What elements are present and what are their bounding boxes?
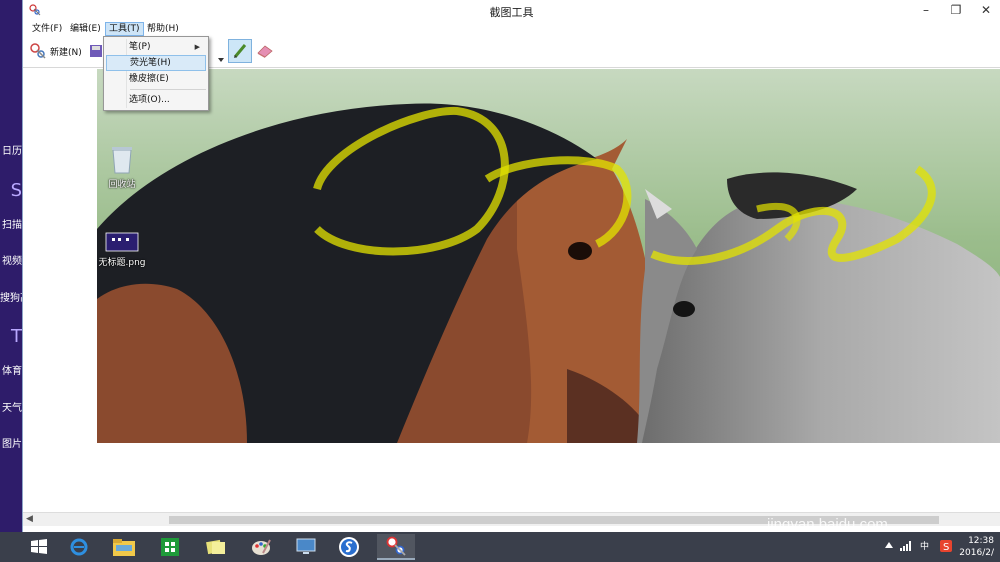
save-icon [90, 45, 102, 57]
taskbar: 中 S 12:38 2016/2/ [0, 532, 1000, 562]
taskbar-sogou[interactable] [330, 534, 368, 560]
image-file-label: 无标题.png [98, 258, 146, 268]
store-icon [161, 538, 179, 556]
start-tile-label[interactable]: T [0, 326, 22, 347]
remote-desktop-icon [296, 538, 316, 554]
recycle-bin-icon [112, 147, 132, 174]
scroll-left-icon[interactable]: ◀ [26, 514, 33, 524]
new-snip-button[interactable]: 新建(N) [29, 39, 82, 63]
menu-edit[interactable]: 编辑(E) [67, 22, 104, 36]
taskbar-snipping-tool[interactable] [377, 534, 415, 560]
network-icon[interactable] [900, 541, 912, 551]
paw-icon [828, 444, 855, 472]
sogou-icon [339, 537, 359, 557]
clock[interactable]: 12:38 2016/2/ [959, 535, 994, 559]
start-screen-strip: 日历 S 扫描 视频 搜狗高 T 体育 天气 图片 [0, 0, 22, 532]
sogou-ime-icon[interactable]: S [940, 540, 952, 552]
watermark-brand2: du [858, 452, 905, 493]
menu-file[interactable]: 文件(F) [29, 22, 65, 36]
horses-photo[interactable] [97, 69, 1000, 443]
menu-separator [130, 89, 206, 90]
watermark-url: jingyan.baidu.com [767, 516, 888, 533]
baidu-watermark: Bai du经验 jingyan.baidu.com [765, 444, 959, 533]
submenu-arrow-icon: ▶ [194, 43, 200, 51]
start-tile-label[interactable]: 体育 [0, 362, 22, 377]
recycle-bin-label: 回收站 [108, 180, 136, 190]
pen-icon [233, 44, 247, 58]
tools-dropdown-menu: 笔(P) ▶ 荧光笔(H) 橡皮擦(E) 选项(O)... [103, 36, 209, 111]
window-title: 截图工具 [489, 6, 534, 19]
clock-date: 2016/2/ [959, 548, 994, 558]
sticky-notes-icon [206, 539, 225, 555]
taskbar-file-explorer[interactable] [105, 534, 143, 560]
maximize-button[interactable]: ❐ [942, 0, 970, 22]
taskbar-ie[interactable] [60, 534, 98, 560]
ime-indicator[interactable]: 中 [920, 539, 929, 552]
title-bar[interactable]: 截图工具 – ❐ ✕ [23, 0, 1000, 22]
save-button[interactable] [89, 39, 103, 63]
svg-text:S: S [943, 542, 949, 552]
minimize-button[interactable]: – [912, 0, 940, 22]
image-file-desktop-icon[interactable]: 无标题.png [92, 232, 152, 268]
tray-overflow-icon[interactable] [885, 542, 893, 548]
start-tile-label[interactable]: 视频 [0, 252, 22, 267]
taskbar-sticky-notes[interactable] [197, 534, 235, 560]
menu-item-pen-label: 笔(P) [129, 42, 151, 52]
eraser-button[interactable] [256, 39, 274, 63]
ie-icon [70, 538, 88, 556]
taskbar-store[interactable] [151, 534, 189, 560]
watermark-brand-cn: 经验 [904, 461, 959, 491]
menu-item-options[interactable]: 选项(O)... [106, 92, 206, 108]
start-icon [31, 539, 47, 554]
menu-bar: 文件(F) 编辑(E) 工具(T) 帮助(H) [23, 22, 1000, 36]
start-tile-label[interactable]: 搜狗高 [0, 289, 22, 304]
file-explorer-icon [113, 539, 135, 556]
close-button[interactable]: ✕ [972, 0, 1000, 22]
image-file-icon [105, 232, 139, 252]
taskbar-paint[interactable] [242, 534, 280, 560]
start-tile-label[interactable]: 日历 [0, 142, 22, 157]
new-snip-icon [30, 43, 46, 59]
start-tile-label[interactable]: 扫描 [0, 216, 22, 231]
start-button[interactable] [20, 534, 58, 560]
eraser-icon [257, 45, 273, 58]
recycle-bin-desktop-icon[interactable]: 回收站 [92, 144, 152, 190]
pen-button[interactable] [228, 39, 252, 63]
paint-icon [252, 539, 271, 555]
taskbar-remote-desktop[interactable] [287, 534, 325, 560]
menu-item-highlighter[interactable]: 荧光笔(H) [106, 55, 206, 71]
start-tile-label[interactable]: 天气 [0, 399, 22, 414]
chevron-down-icon [218, 58, 224, 62]
menu-item-eraser[interactable]: 橡皮擦(E) [106, 71, 206, 87]
start-tile-label[interactable]: S [0, 180, 22, 201]
clock-time: 12:38 [968, 536, 994, 546]
watermark-brand: Bai [765, 452, 825, 493]
menu-tools[interactable]: 工具(T) [105, 22, 144, 36]
menu-item-pen[interactable]: 笔(P) ▶ [106, 39, 206, 55]
start-tile-label[interactable]: 图片 [0, 435, 22, 450]
snipping-tool-icon [386, 536, 406, 556]
new-snip-label: 新建(N) [50, 47, 82, 58]
menu-help[interactable]: 帮助(H) [144, 22, 182, 36]
